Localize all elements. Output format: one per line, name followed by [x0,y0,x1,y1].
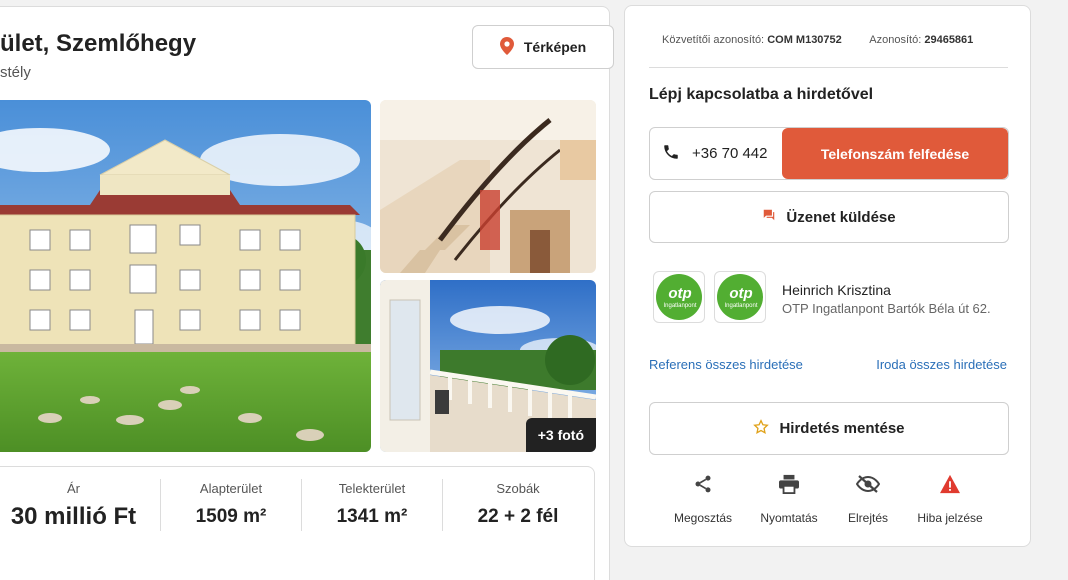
location-pin-icon [499,36,514,58]
logo-subtext: Ingatlanpont [724,303,757,309]
phone-number-text: +36 70 442 [692,145,768,162]
stat-rooms-label: Szobák [496,481,540,496]
logo-subtext: Ingatlanpont [663,303,696,309]
share-label: Megosztás [673,511,733,525]
agent-listings-link[interactable]: Referens összes hirdetése [649,357,803,372]
stat-plot-area-value: 1341 m² [336,506,408,527]
listing-identifiers: Közvetítői azonosító: COM M130752 Azonos… [662,34,973,46]
stat-price-value: 30 millió Ft [10,503,137,530]
chat-icon [762,208,776,226]
stat-plot-area: Telekterület 1341 m² [302,481,442,528]
broker-id-label: Közvetítői azonosító: [662,34,765,46]
map-button[interactable]: Térképen [472,25,614,69]
contact-title: Lépj kapcsolatba a hirdetővel [649,86,874,103]
warning-icon [905,471,995,497]
id-label: Azonosító: [869,34,922,46]
save-listing-label: Hirdetés mentése [779,420,905,437]
report-label: Hiba jelzése [917,511,983,525]
stat-floor-area-label: Alapterület [199,481,263,496]
broker-id-value: COM M130752 [767,34,842,46]
stat-floor-area: Alapterület 1509 m² [161,481,301,528]
print-action[interactable]: Nyomtatás [744,471,834,525]
stat-price-label: Ár [67,481,80,496]
staircase-photo[interactable] [380,100,596,273]
agent-office: OTP Ingatlanpont Bartók Béla út 62. [782,301,991,316]
save-listing-button[interactable]: Hirdetés mentése [649,402,1009,455]
share-icon [658,471,748,497]
stat-price: Ár 30 millió Ft [1,481,146,531]
hide-action[interactable]: Elrejtés [823,471,913,525]
agent-name: Heinrich Krisztina [782,282,891,298]
stat-rooms-value: 22 + 2 fél [477,506,559,527]
id-value: 29465861 [924,34,974,46]
star-icon [753,418,770,439]
stat-rooms: Szobák 22 + 2 fél [443,481,593,528]
phone-row: +36 70 442 Telefonszám felfedése [649,127,1009,180]
send-message-label: Üzenet küldése [786,208,896,226]
listing-title: ület, Szemlőhegy [0,30,197,57]
main-photo[interactable] [0,100,371,452]
report-action[interactable]: Hiba jelzése [905,471,995,525]
divider [649,67,1008,68]
send-message-button[interactable]: Üzenet küldése [649,191,1009,243]
logo-text: otp [729,285,752,302]
reveal-phone-button[interactable]: Telefonszám felfedése [782,128,1008,179]
print-icon [744,471,834,497]
phone-icon [662,143,680,165]
more-photos-button[interactable]: +3 fotó [525,418,596,452]
listing-stats: Ár 30 millió Ft Alapterület 1509 m² Tele… [0,466,595,580]
hide-icon [823,471,913,497]
hide-label: Elrejtés [847,511,888,525]
map-button-label: Térképen [523,39,587,55]
listing-subtitle: stély [0,64,31,81]
office-listings-link[interactable]: Iroda összes hirdetése [876,357,1007,372]
stat-plot-area-label: Telekterület [338,481,406,496]
stat-floor-area-value: 1509 m² [195,506,267,527]
share-action[interactable]: Megosztás [658,471,748,525]
otp-logo: otp Ingatlanpont [653,271,705,323]
phone-number: +36 70 442 [662,128,768,179]
contact-card: Közvetítői azonosító: COM M130752 Azonos… [624,5,1031,547]
otp-logo: otp Ingatlanpont [714,271,766,323]
terrace-photo[interactable]: +3 fotó [380,280,596,452]
logo-text: otp [668,285,691,302]
print-label: Nyomtatás [760,511,818,525]
